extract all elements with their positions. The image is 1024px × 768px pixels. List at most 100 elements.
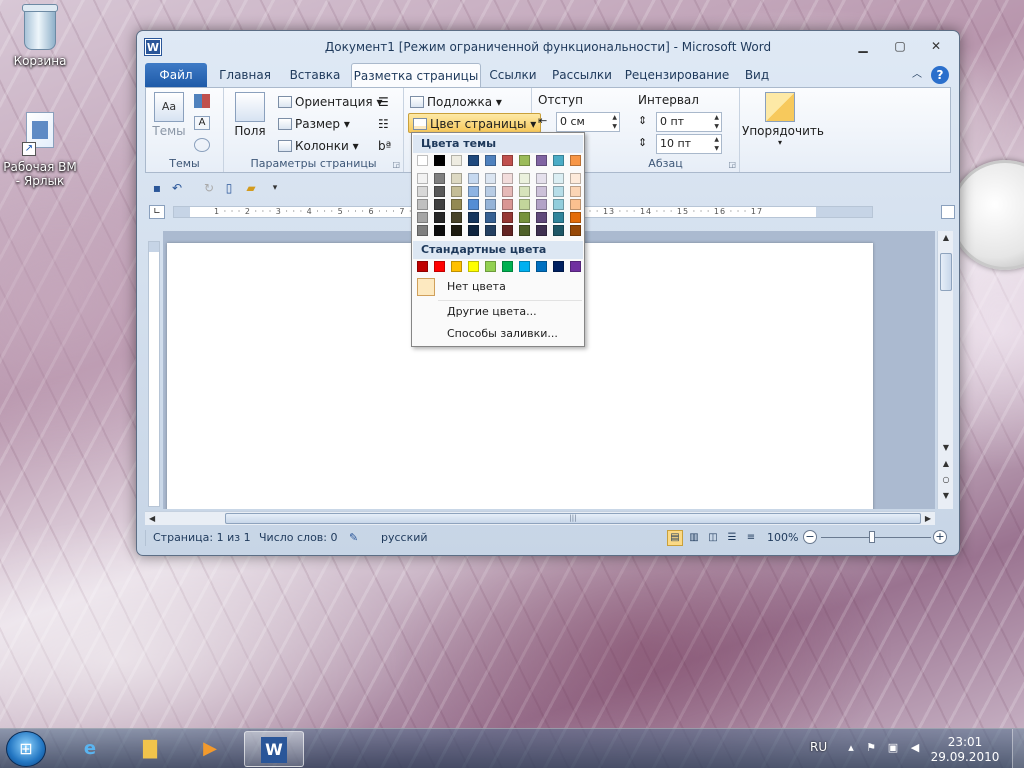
standard-color-swatch[interactable] xyxy=(570,261,581,272)
no-color-item[interactable]: Нет цвета xyxy=(413,276,583,298)
arrange-button[interactable]: Упорядочить ▾ xyxy=(742,92,824,147)
standard-color-swatch[interactable] xyxy=(502,261,513,272)
desktop-icon-recycle-bin[interactable]: Корзина xyxy=(0,4,80,68)
tab-file[interactable]: Файл xyxy=(145,63,207,87)
theme-shade-swatch[interactable] xyxy=(553,186,564,197)
tab-home[interactable]: Главная xyxy=(209,63,281,87)
standard-color-swatch[interactable] xyxy=(553,261,564,272)
tab-page-layout[interactable]: Разметка страницы xyxy=(351,63,481,87)
show-desktop-button[interactable] xyxy=(1012,729,1024,768)
theme-shade-swatch[interactable] xyxy=(451,173,462,184)
theme-color-swatch[interactable] xyxy=(502,155,513,166)
theme-shade-swatch[interactable] xyxy=(468,186,479,197)
zoom-in-icon[interactable]: + xyxy=(933,530,947,544)
theme-shade-swatch[interactable] xyxy=(417,186,428,197)
theme-shade-swatch[interactable] xyxy=(451,225,462,236)
scroll-left-icon[interactable]: ◀ xyxy=(149,512,155,525)
vertical-scrollbar[interactable]: ▲ ▼ ▲ ○ ▼ xyxy=(937,231,953,509)
theme-colors-icon[interactable] xyxy=(194,94,210,108)
theme-effects-icon[interactable] xyxy=(194,138,210,152)
theme-shade-swatch[interactable] xyxy=(570,173,581,184)
theme-color-swatch[interactable] xyxy=(434,155,445,166)
zoom-level[interactable]: 100% xyxy=(767,531,798,544)
indent-spin-icon[interactable]: ▲ ▼ xyxy=(612,113,617,131)
tray-expand-icon[interactable]: ▴ xyxy=(844,741,858,755)
theme-shade-swatch[interactable] xyxy=(417,173,428,184)
minimize-button[interactable]: ▁ xyxy=(850,37,876,56)
new-document-icon[interactable]: ▯ xyxy=(221,180,237,196)
page-count-status[interactable]: Страница: 1 из 1 xyxy=(153,531,251,544)
tab-insert[interactable]: Вставка xyxy=(281,63,349,87)
taskbar-word[interactable]: W xyxy=(244,731,304,767)
zoom-out-icon[interactable]: − xyxy=(803,530,817,544)
theme-shade-swatch[interactable] xyxy=(502,173,513,184)
size-button[interactable]: Размер ▾ xyxy=(278,114,350,134)
theme-shade-swatch[interactable] xyxy=(468,225,479,236)
collapse-ribbon-icon[interactable]: ︿ xyxy=(909,63,925,87)
more-colors-item[interactable]: Другие цвета... xyxy=(413,301,583,323)
theme-shade-swatch[interactable] xyxy=(502,199,513,210)
zoom-slider-track[interactable] xyxy=(821,537,931,538)
theme-shade-swatch[interactable] xyxy=(570,199,581,210)
theme-color-swatch[interactable] xyxy=(536,155,547,166)
theme-color-swatch[interactable] xyxy=(468,155,479,166)
scroll-right-icon[interactable]: ▶ xyxy=(925,512,931,525)
draft-view-icon[interactable]: ≡ xyxy=(743,530,759,546)
spacing-before-spin-icon[interactable]: ▲ ▼ xyxy=(714,113,719,131)
web-layout-view-icon[interactable]: ◫ xyxy=(705,530,721,546)
tab-selector-icon[interactable]: ∟ xyxy=(149,205,165,219)
theme-shade-swatch[interactable] xyxy=(519,173,530,184)
theme-shade-swatch[interactable] xyxy=(451,212,462,223)
theme-shade-swatch[interactable] xyxy=(485,186,496,197)
theme-shade-swatch[interactable] xyxy=(468,199,479,210)
standard-color-swatch[interactable] xyxy=(485,261,496,272)
theme-shade-swatch[interactable] xyxy=(485,225,496,236)
view-ruler-icon[interactable] xyxy=(941,205,955,219)
theme-shade-swatch[interactable] xyxy=(417,199,428,210)
theme-shade-swatch[interactable] xyxy=(434,225,445,236)
language-status[interactable]: русский xyxy=(381,531,428,544)
spacing-after-input[interactable]: 10 пт ▲ ▼ xyxy=(656,134,722,154)
theme-shade-swatch[interactable] xyxy=(536,173,547,184)
theme-shade-swatch[interactable] xyxy=(502,225,513,236)
open-icon[interactable]: ▰ xyxy=(243,180,259,196)
theme-color-swatch[interactable] xyxy=(485,155,496,166)
theme-shade-swatch[interactable] xyxy=(553,173,564,184)
language-indicator[interactable]: RU xyxy=(810,740,827,754)
theme-fonts-icon[interactable]: A xyxy=(194,116,210,130)
theme-shade-swatch[interactable] xyxy=(468,173,479,184)
next-page-icon[interactable]: ▼ xyxy=(938,491,954,500)
paragraph-launcher-icon[interactable]: ◲ xyxy=(728,160,736,169)
theme-shade-swatch[interactable] xyxy=(553,225,564,236)
vertical-scroll-thumb[interactable] xyxy=(940,253,952,291)
tab-review[interactable]: Рецензирование xyxy=(621,63,733,87)
theme-shade-swatch[interactable] xyxy=(417,212,428,223)
theme-shade-swatch[interactable] xyxy=(417,225,428,236)
standard-color-swatch[interactable] xyxy=(519,261,530,272)
redo-icon[interactable]: ↻ xyxy=(201,180,217,196)
browse-object-icon[interactable]: ○ xyxy=(938,475,954,484)
network-icon[interactable]: ▣ xyxy=(886,741,900,755)
spacing-after-spin-icon[interactable]: ▲ ▼ xyxy=(714,135,719,153)
theme-shade-swatch[interactable] xyxy=(485,173,496,184)
full-screen-reading-view-icon[interactable]: ▥ xyxy=(686,530,702,546)
hyphenation-icon[interactable]: bª xyxy=(378,136,391,156)
theme-shade-swatch[interactable] xyxy=(519,199,530,210)
theme-shade-swatch[interactable] xyxy=(485,212,496,223)
theme-shade-swatch[interactable] xyxy=(570,225,581,236)
breaks-icon[interactable]: ☰ xyxy=(378,92,389,112)
standard-color-swatch[interactable] xyxy=(536,261,547,272)
indent-left-input[interactable]: 0 см ▲ ▼ xyxy=(556,112,620,132)
save-icon[interactable]: ▪ xyxy=(149,180,165,196)
theme-shade-swatch[interactable] xyxy=(519,212,530,223)
theme-shade-swatch[interactable] xyxy=(519,225,530,236)
page-setup-launcher-icon[interactable]: ◲ xyxy=(392,160,400,169)
theme-shade-swatch[interactable] xyxy=(451,199,462,210)
title-bar[interactable]: W Документ1 [Режим ограниченной функцион… xyxy=(137,31,959,63)
standard-color-swatch[interactable] xyxy=(451,261,462,272)
theme-shade-swatch[interactable] xyxy=(434,212,445,223)
spacing-before-input[interactable]: 0 пт ▲ ▼ xyxy=(656,112,722,132)
close-button[interactable]: ✕ xyxy=(921,37,951,56)
theme-shade-swatch[interactable] xyxy=(468,212,479,223)
theme-shade-swatch[interactable] xyxy=(570,186,581,197)
